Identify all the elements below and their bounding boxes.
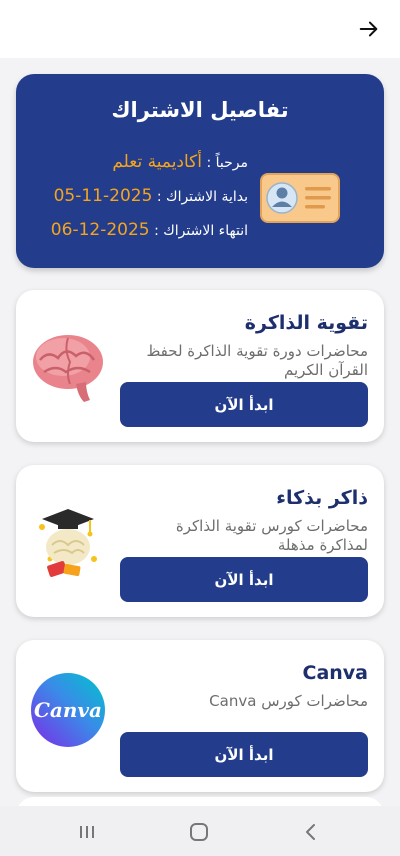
top-app-bar [0, 0, 400, 58]
arrow-right-icon[interactable] [358, 18, 380, 40]
id-card-icon [260, 173, 340, 223]
course-description: محاضرات دورة تقوية الذاكرة لحفظ القرآن ا… [146, 342, 368, 379]
back-chevron-icon[interactable] [300, 821, 322, 843]
end-date-label: انتهاء الاشتراك : [154, 223, 248, 239]
end-date-value: 2025-12-06 [50, 220, 150, 240]
recent-apps-icon[interactable] [76, 821, 98, 843]
welcome-label: مرحباً : [206, 155, 248, 171]
subscription-card: تفاصيل الاشتراك مرحباً : أكاديمية تعلم ب… [16, 74, 384, 268]
course-title: تقوية الذاكرة [244, 312, 368, 334]
graduation-brain-icon [39, 509, 97, 577]
course-title: ذاكر بذكاء [276, 487, 368, 509]
start-now-button[interactable]: ابدأ الآن [120, 382, 368, 427]
end-date-row: انتهاء الاشتراك : 2025-12-06 [51, 220, 248, 240]
start-date-label: بداية الاشتراك : [156, 189, 248, 205]
start-date-row: بداية الاشتراك : 2025-11-05 [54, 186, 248, 206]
brain-icon [33, 335, 103, 402]
course-card-canva: Canva محاضرات كورس Canva ابدأ الآن Canva [16, 640, 384, 792]
course-description: محاضرات كورس تقوية الذاكرة لمذاكرة مذهلة [175, 517, 368, 554]
canva-logo-icon: Canva [31, 673, 105, 747]
course-card-memory: تقوية الذاكرة محاضرات دورة تقوية الذاكرة… [16, 290, 384, 442]
start-now-button[interactable]: ابدأ الآن [120, 732, 368, 777]
subscription-title: تفاصيل الاشتراك [111, 98, 289, 122]
course-description: محاضرات كورس Canva [209, 692, 368, 710]
welcome-row: مرحباً : أكاديمية تعلم [112, 152, 248, 172]
canva-logo-text: Canva [34, 698, 102, 722]
course-title: Canva [302, 662, 369, 684]
welcome-value: أكاديمية تعلم [112, 152, 202, 172]
home-icon[interactable] [188, 821, 210, 843]
start-now-button[interactable]: ابدأ الآن [120, 557, 368, 602]
system-nav-bar [0, 806, 400, 856]
start-date-value: 2025-11-05 [53, 186, 153, 206]
course-card-study-smart: ذاكر بذكاء محاضرات كورس تقوية الذاكرة لم… [16, 465, 384, 617]
